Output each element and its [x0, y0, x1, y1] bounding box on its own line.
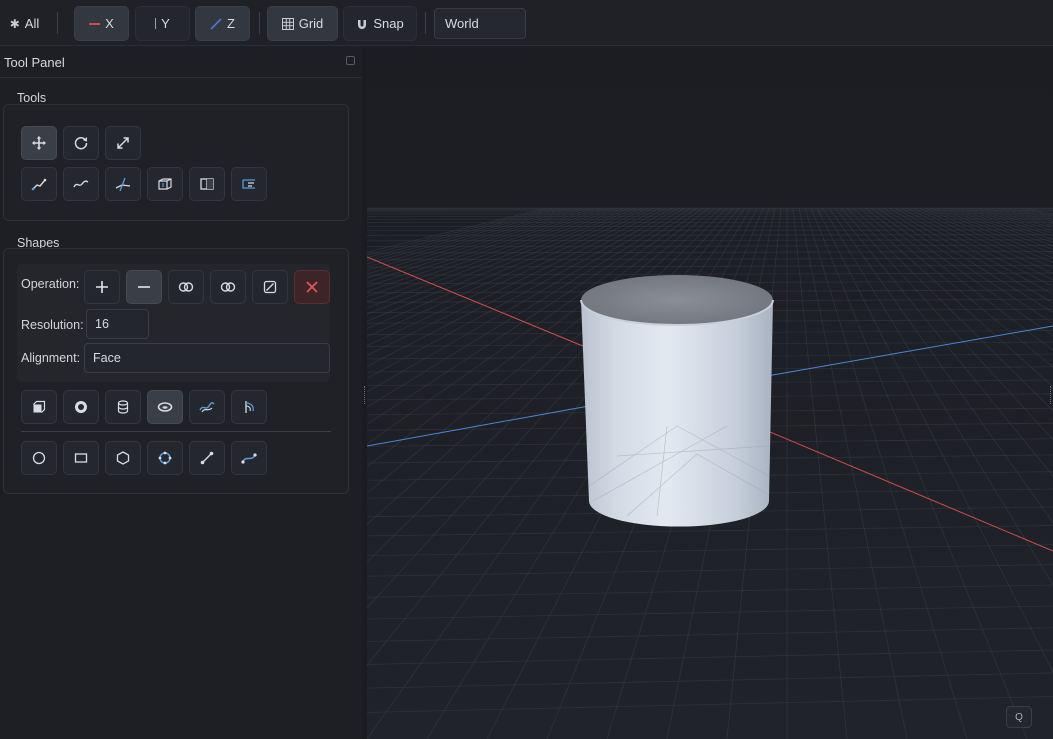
polygon-shape-button[interactable] — [147, 441, 183, 475]
subtract-icon — [138, 286, 150, 288]
line-tool-button[interactable] — [21, 167, 57, 201]
polygon-icon — [158, 451, 172, 465]
rotate-tool-button[interactable] — [63, 126, 99, 160]
tool-panel-title: Tool Panel — [4, 55, 65, 70]
torus-shape-button[interactable] — [147, 390, 183, 424]
torus-icon — [157, 402, 173, 412]
y-axis-button[interactable]: Y — [135, 6, 190, 41]
viewport-scene — [367, 46, 1053, 739]
move-icon — [32, 136, 46, 150]
asterisk-icon: ✱ — [9, 16, 20, 31]
cylinder-icon — [117, 400, 129, 414]
cube-shape-button[interactable] — [21, 390, 57, 424]
spline-shape-button[interactable] — [231, 441, 267, 475]
y-axis-label: Y — [161, 16, 170, 31]
z-axis-button[interactable]: Z — [195, 6, 250, 41]
tools-group — [3, 104, 349, 221]
rotate-icon — [74, 136, 88, 150]
curve-tool-button[interactable] — [63, 167, 99, 201]
z-axis-icon — [210, 17, 222, 30]
tool-panel-header: Tool Panel — [0, 46, 362, 78]
viewport-edge-grip-icon[interactable] — [1050, 386, 1052, 404]
3d-viewport[interactable] — [367, 46, 1053, 739]
magnet-icon — [358, 19, 367, 29]
resolution-input[interactable]: 16 — [86, 309, 149, 339]
cut-tool-button[interactable] — [105, 167, 141, 201]
extrude-tool-button[interactable] — [147, 167, 183, 201]
revolve-icon — [245, 401, 254, 413]
scale-icon — [117, 137, 129, 149]
slice-icon — [263, 280, 277, 294]
all-axes-button[interactable]: ✱ All — [2, 6, 47, 41]
sphere-shape-button[interactable] — [63, 390, 99, 424]
move-tool-button[interactable] — [21, 126, 57, 160]
hexagon-icon — [116, 451, 130, 465]
grid-label: Grid — [298, 16, 324, 31]
coordinate-space-select[interactable]: World — [434, 8, 526, 39]
cut-icon — [115, 177, 131, 192]
align-tool-button[interactable] — [231, 167, 267, 201]
line-icon — [31, 178, 47, 191]
mirror-tool-button[interactable] — [189, 167, 225, 201]
grid-toggle-button[interactable]: Grid — [267, 6, 338, 41]
cube-icon — [33, 400, 46, 413]
delete-icon — [306, 281, 318, 293]
curve-icon — [73, 180, 89, 188]
surface-icon — [199, 402, 215, 413]
operation-subtract-button[interactable] — [126, 270, 162, 304]
circle-shape-button[interactable] — [21, 441, 57, 475]
operation-delete-button[interactable] — [294, 270, 330, 304]
segment-shape-button[interactable] — [189, 441, 225, 475]
operation-union-button[interactable] — [210, 270, 246, 304]
extrude-icon — [158, 178, 172, 190]
union-icon — [220, 282, 236, 292]
x-axis-icon — [89, 22, 101, 25]
operation-add-button[interactable] — [84, 270, 120, 304]
add-icon — [96, 281, 108, 293]
mirror-icon — [200, 178, 214, 190]
tools-group-label: Tools — [17, 91, 47, 105]
x-axis-label: X — [105, 16, 114, 31]
surface-shape-button[interactable] — [189, 390, 225, 424]
float-panel-icon[interactable] — [346, 56, 355, 65]
selected-cylinder[interactable] — [580, 275, 774, 527]
x-axis-button[interactable]: X — [74, 6, 129, 41]
toolbar-separator — [425, 12, 426, 34]
operation-slice-button[interactable] — [252, 270, 288, 304]
grid-icon — [281, 17, 294, 30]
spline-icon — [241, 453, 257, 464]
alignment-select[interactable]: Face — [84, 343, 330, 373]
cylinder-shape-button[interactable] — [105, 390, 141, 424]
toolbar-separator — [57, 12, 58, 34]
segment-icon — [200, 451, 214, 465]
intersect-icon — [178, 282, 194, 292]
top-toolbar: ✱ All X Y Z Grid Snap World — [0, 0, 1053, 46]
alignment-label: Alignment: — [21, 351, 81, 365]
y-axis-icon — [155, 18, 157, 29]
splitter-grip-icon[interactable] — [364, 386, 365, 404]
resolution-label: Resolution: — [21, 318, 84, 332]
toolbar-separator — [259, 12, 260, 34]
revolve-shape-button[interactable] — [231, 390, 267, 424]
snap-toggle-button[interactable]: Snap — [343, 6, 417, 41]
snap-label: Snap — [373, 16, 404, 31]
operation-label: Operation: — [21, 277, 80, 291]
hexagon-shape-button[interactable] — [105, 441, 141, 475]
all-label: All — [24, 16, 40, 31]
scale-tool-button[interactable] — [105, 126, 141, 160]
viewport-corner-button[interactable]: Q — [1006, 706, 1032, 728]
rectangle-icon — [74, 453, 88, 463]
align-icon — [242, 179, 255, 189]
sphere-icon — [75, 401, 87, 413]
shapes-divider — [21, 431, 331, 432]
operation-intersect-button[interactable] — [168, 270, 204, 304]
z-axis-label: Z — [227, 16, 235, 31]
circle-icon — [32, 451, 46, 465]
rectangle-shape-button[interactable] — [63, 441, 99, 475]
